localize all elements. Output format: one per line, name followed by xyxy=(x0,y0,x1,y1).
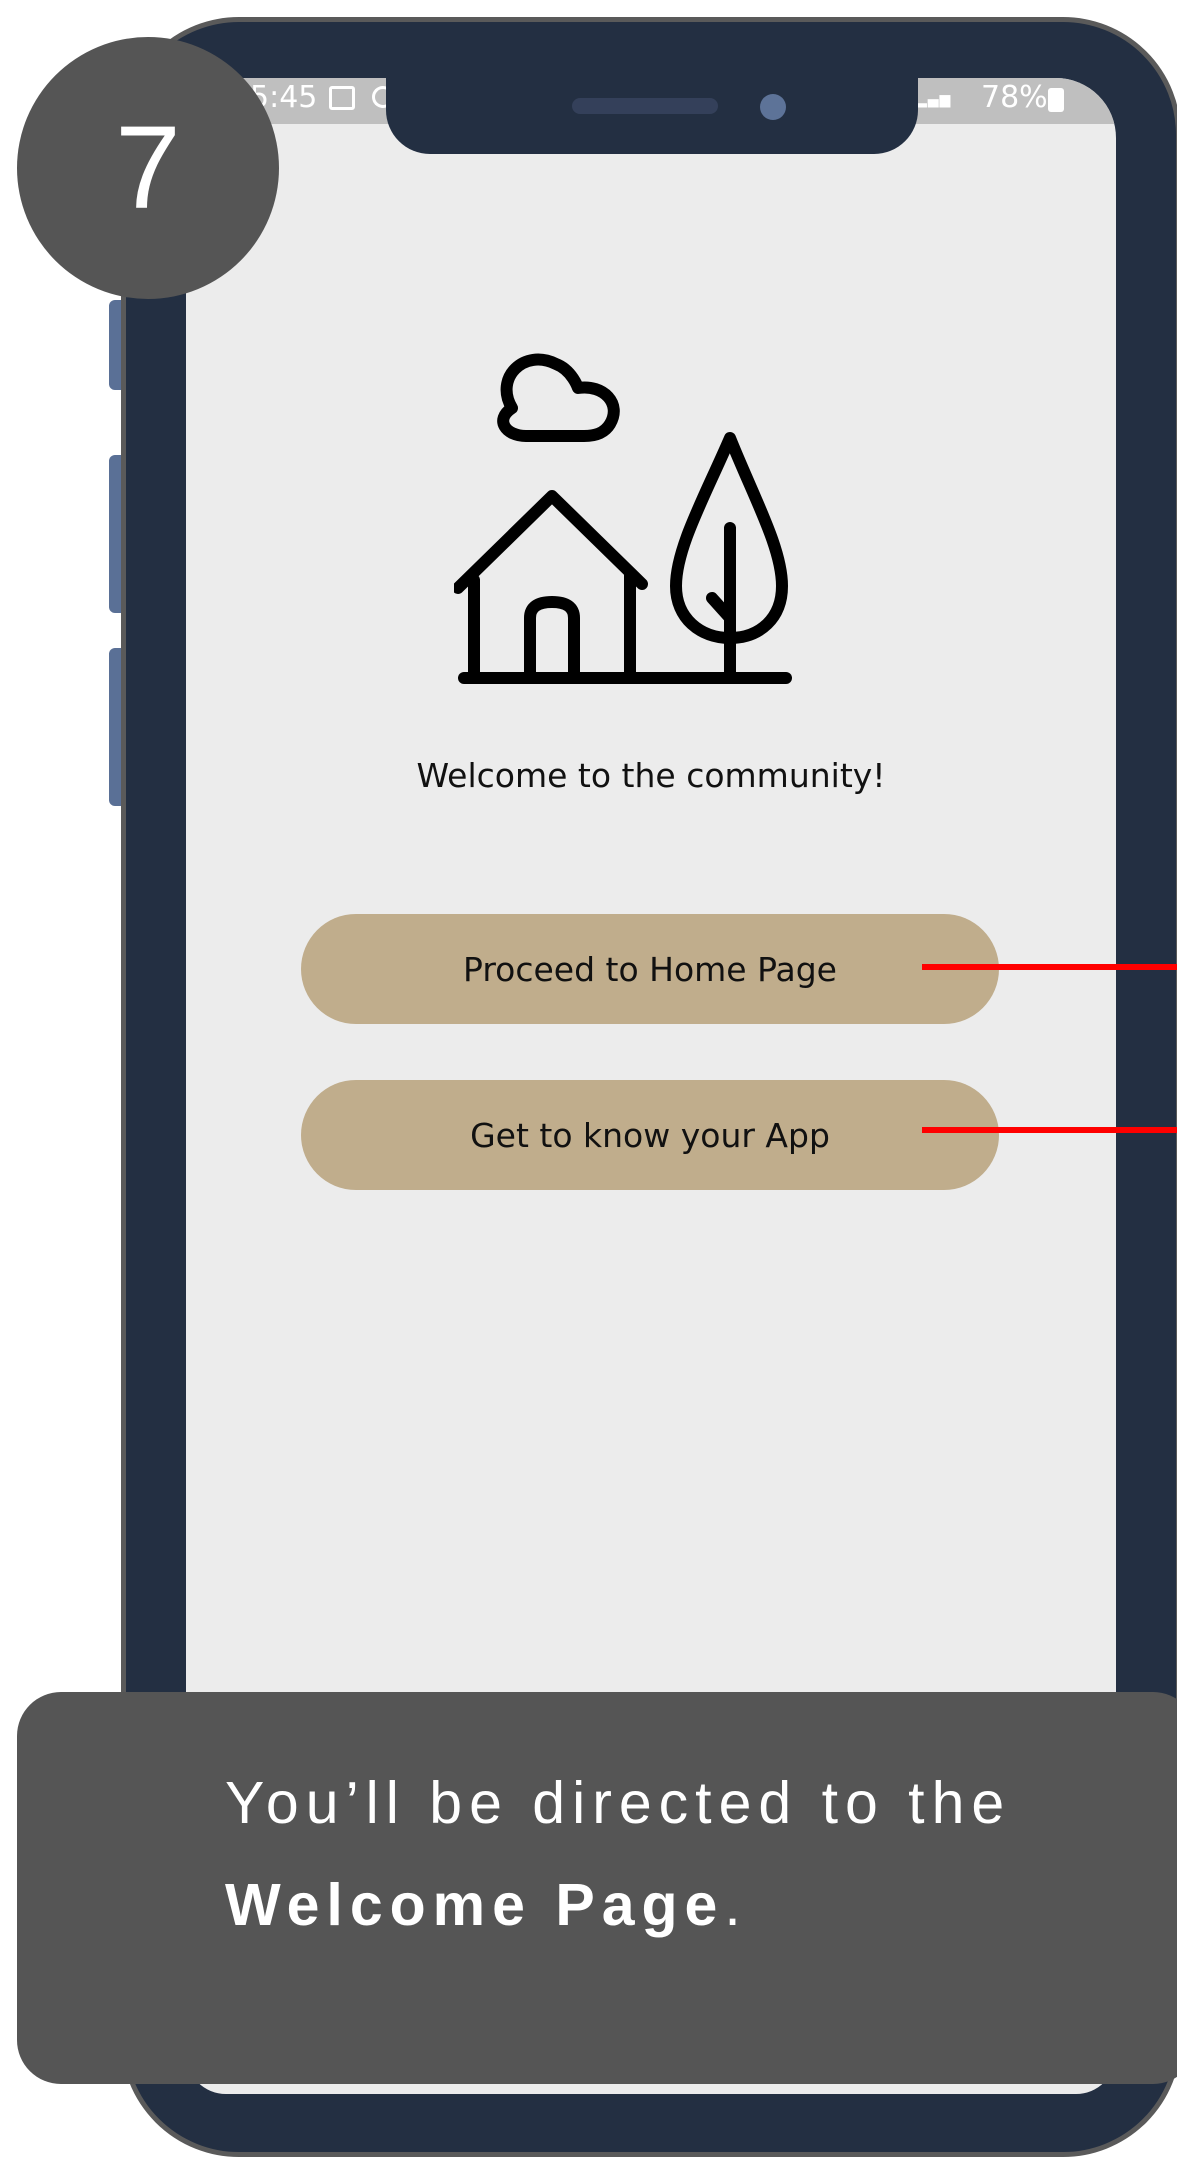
step-number-badge: 7 xyxy=(17,37,279,299)
get-to-know-app-button[interactable]: Get to know your App xyxy=(301,1080,999,1190)
house-tree-cloud-icon xyxy=(454,353,792,684)
proceed-to-home-button[interactable]: Proceed to Home Page xyxy=(301,914,999,1024)
step-number: 7 xyxy=(115,102,181,234)
caption-text-start: You’ll be directed to the xyxy=(225,1770,1012,1836)
front-camera xyxy=(760,94,786,120)
caption-emphasis: Welcome Page xyxy=(225,1872,725,1938)
pointer-line-app-tour-button xyxy=(922,1127,1177,1133)
get-to-know-app-label: Get to know your App xyxy=(470,1115,830,1155)
photo-icon xyxy=(329,86,355,110)
caption-text: You’ll be directed to the Welcome Page. xyxy=(225,1752,1125,1956)
signal-icon: ▂▄▆ xyxy=(916,92,952,108)
pointer-line-home-button xyxy=(922,964,1177,970)
caption-panel: You’ll be directed to the Welcome Page. xyxy=(17,1692,1177,2084)
welcome-message: Welcome to the community! xyxy=(416,756,886,795)
phone-notch xyxy=(386,46,918,154)
proceed-to-home-label: Proceed to Home Page xyxy=(463,949,837,989)
battery-icon xyxy=(1048,88,1064,112)
speaker-grille xyxy=(572,98,718,114)
battery-level: 78% xyxy=(981,80,1048,115)
caption-text-end: . xyxy=(724,1872,748,1938)
